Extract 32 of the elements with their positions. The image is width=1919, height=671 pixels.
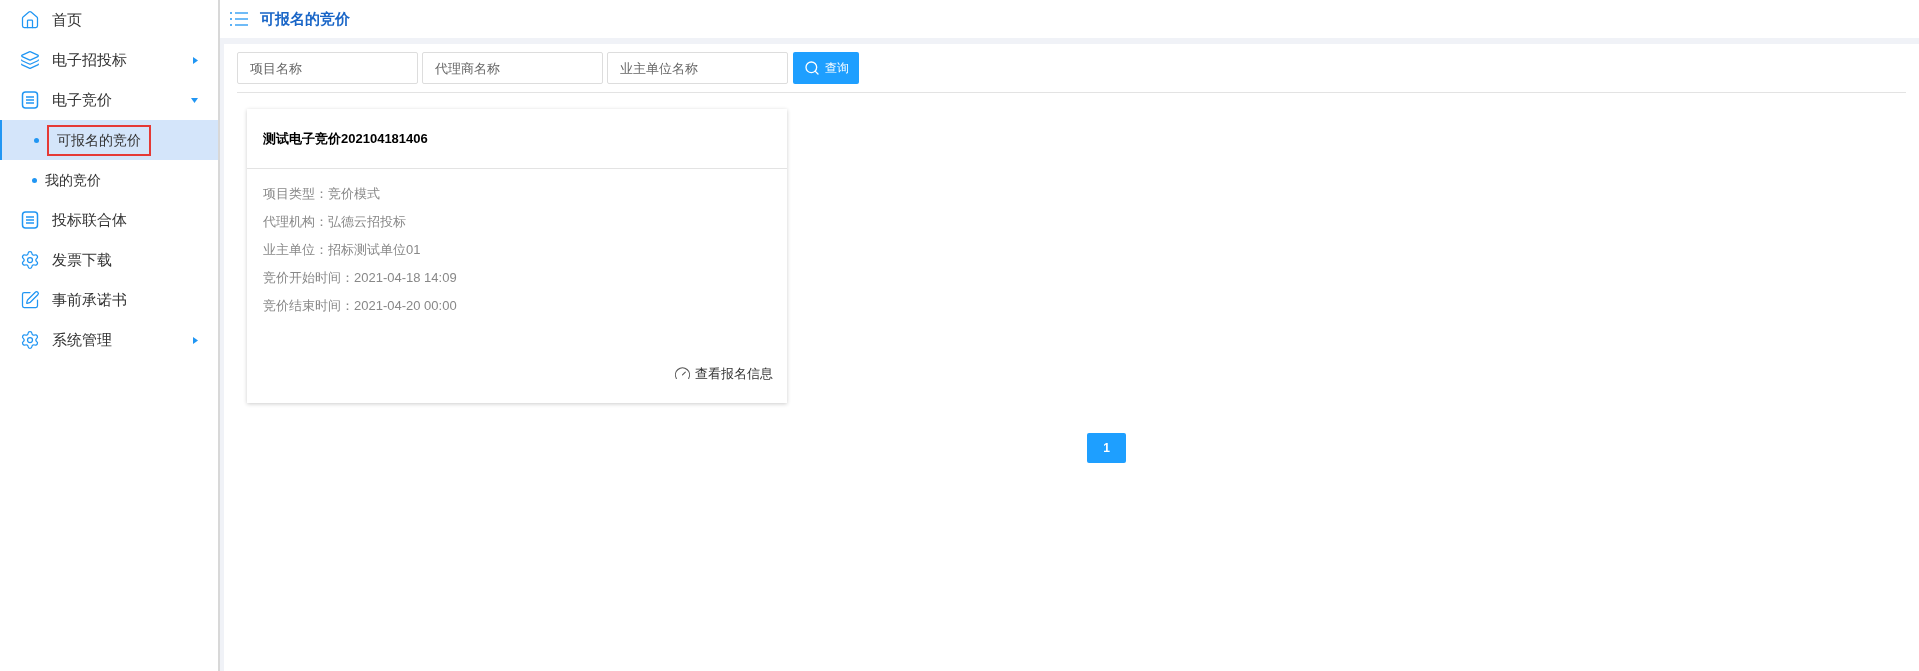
card-detail: 项目类型：竞价模式	[263, 185, 381, 203]
home-icon	[20, 10, 40, 30]
card-title: 测试电子竞价202104181406	[263, 129, 428, 148]
list-icon	[20, 90, 40, 110]
card-detail: 竞价开始时间：2021-04-18 14:09	[263, 269, 458, 287]
page-title: 可报名的竞价	[260, 8, 350, 29]
sidebar-subitem[interactable]: 可报名的竞价	[0, 120, 218, 160]
sidebar-item[interactable]: 电子竞价	[0, 80, 218, 120]
layers-icon	[20, 50, 40, 70]
search-icon	[803, 60, 820, 76]
search-field[interactable]: 项目名称	[237, 52, 418, 84]
note-edit-icon	[20, 290, 40, 310]
card-detail: 代理机构：弘德云招投标	[263, 213, 407, 231]
search-field[interactable]: 业主单位名称	[607, 52, 788, 84]
sidebar-item[interactable]: 电子招投标	[0, 40, 218, 80]
card-detail: 竞价结束时间：2021-04-20 00:00	[263, 297, 458, 315]
gauge-icon	[674, 364, 691, 382]
sidebar-item[interactable]: 发票下载	[0, 240, 218, 280]
list-icon	[20, 210, 40, 230]
search-field[interactable]: 代理商名称	[422, 52, 603, 84]
bullet-icon	[34, 137, 39, 143]
settings-icon	[20, 250, 40, 270]
sidebar-item[interactable]: 首页	[0, 0, 218, 40]
bullet-icon	[32, 177, 37, 183]
settings-icon	[20, 330, 40, 350]
sidebar-item[interactable]: 事前承诺书	[0, 280, 218, 320]
sidebar-item[interactable]: 系统管理	[0, 320, 218, 360]
list-icon	[230, 12, 248, 26]
view-registration-link[interactable]: 查看报名信息	[674, 363, 773, 383]
card-detail: 业主单位：招标测试单位01	[263, 241, 422, 259]
sidebar-item[interactable]: 投标联合体	[0, 200, 218, 240]
sidebar-subitem[interactable]: 我的竞价	[0, 160, 218, 200]
